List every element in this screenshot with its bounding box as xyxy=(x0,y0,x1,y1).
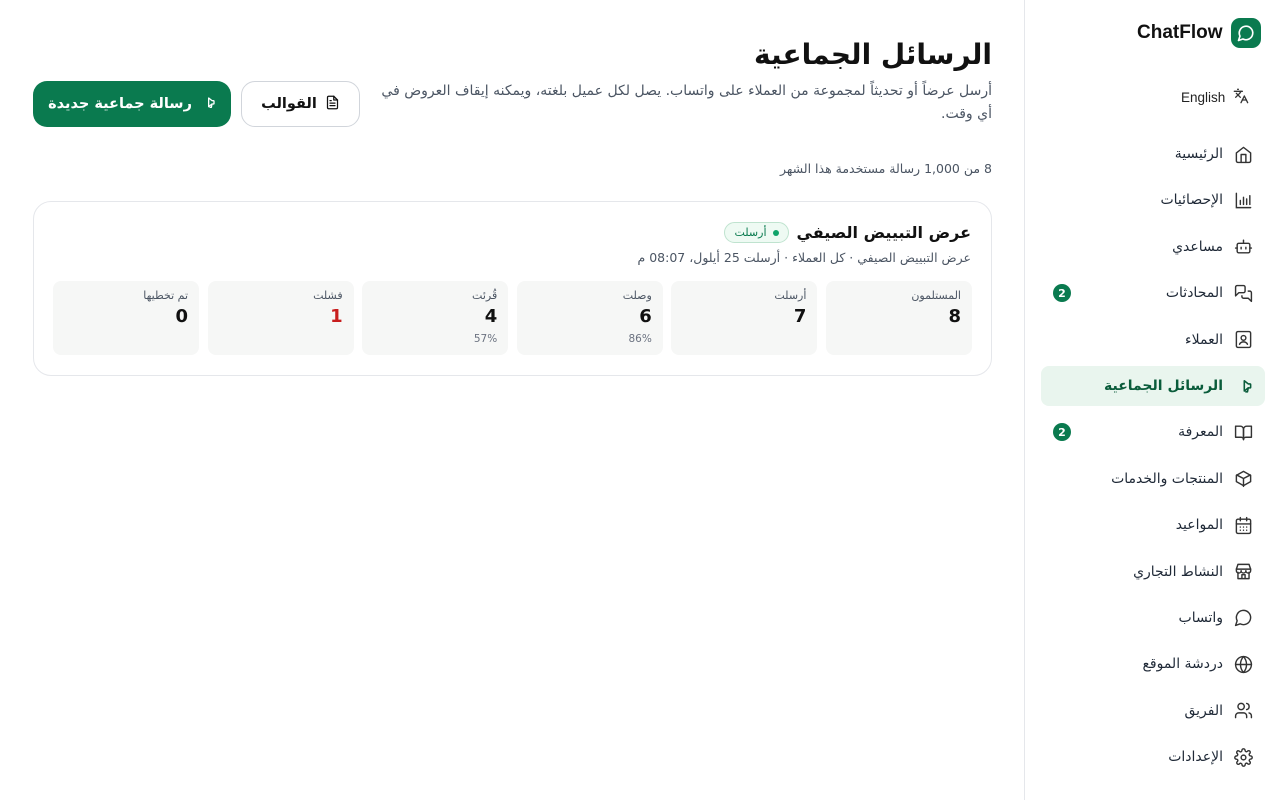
chat-icon xyxy=(1233,283,1253,303)
contacts-icon xyxy=(1233,330,1253,350)
sidebar-item-label: واتساب xyxy=(1178,609,1223,626)
sidebar-item-whatsapp[interactable]: واتساب xyxy=(1041,598,1265,638)
box-icon xyxy=(1233,469,1253,489)
new-broadcast-label: رسالة جماعية جديدة xyxy=(48,96,192,112)
sidebar-item-knowledge[interactable]: 2 المعرفة xyxy=(1041,412,1265,452)
store-icon xyxy=(1233,562,1253,582)
sidebar: ChatFlow English الرئيسية الإحصائيات مسا… xyxy=(1024,0,1280,800)
team-icon xyxy=(1233,701,1253,721)
sidebar-item-label: النشاط التجاري xyxy=(1133,563,1223,580)
templates-label: القوالب xyxy=(261,96,317,112)
brand-name: ChatFlow xyxy=(1137,22,1223,43)
sidebar-item-conversations[interactable]: 2 المحادثات xyxy=(1041,273,1265,313)
stat-delivered: وصلت 6 86% xyxy=(516,281,663,355)
document-icon xyxy=(325,95,340,114)
sidebar-item-label: المعرفة xyxy=(1178,424,1223,441)
broadcast-title: عرض التبييض الصيفي xyxy=(796,223,971,242)
stat-recipients: المستلمون 8 xyxy=(826,281,972,355)
brand[interactable]: ChatFlow xyxy=(1137,18,1261,48)
sidebar-nav: الرئيسية الإحصائيات مساعدي 2 المحادثات ا… xyxy=(1041,134,1265,783)
stat-label: تم تخطيها xyxy=(143,289,189,302)
sidebar-item-label: الفريق xyxy=(1184,702,1223,719)
main-content: الرسائل الجماعية أرسل عرضاً أو تحديثاً ل… xyxy=(0,0,1024,800)
sidebar-item-label: دردشة الموقع xyxy=(1142,656,1223,673)
stat-value: 8 xyxy=(948,306,961,327)
stat-sent: أرسلت 7 xyxy=(671,281,818,355)
templates-button[interactable]: القوالب xyxy=(241,81,360,127)
stat-value: 6 xyxy=(639,306,652,327)
sidebar-item-team[interactable]: الفريق xyxy=(1041,691,1265,731)
broadcast-stats: المستلمون 8 أرسلت 7 وصلت 6 86% قُرئت 4 5… xyxy=(53,281,972,355)
sidebar-item-home[interactable]: الرئيسية xyxy=(1041,134,1265,174)
sidebar-item-business[interactable]: النشاط التجاري xyxy=(1041,552,1265,592)
stat-read: قُرئت 4 57% xyxy=(362,281,509,355)
chat-bubble-logo-icon xyxy=(1230,18,1261,48)
sidebar-item-web-chat[interactable]: دردشة الموقع xyxy=(1041,644,1265,684)
stat-value: 0 xyxy=(175,306,189,327)
sidebar-item-assistant[interactable]: مساعدي xyxy=(1041,227,1265,267)
sidebar-item-settings[interactable]: الإعدادات xyxy=(1041,737,1265,777)
stat-value: 7 xyxy=(793,306,807,327)
sidebar-item-label: مساعدي xyxy=(1172,238,1223,255)
language-switcher[interactable]: English xyxy=(1181,88,1249,107)
new-broadcast-button[interactable]: رسالة جماعية جديدة xyxy=(33,81,231,127)
status-dot xyxy=(772,229,779,236)
conversations-count-badge: 2 xyxy=(1053,284,1071,303)
calendar-icon xyxy=(1233,515,1253,535)
sidebar-item-customers[interactable]: العملاء xyxy=(1041,320,1265,360)
status-badge: أرسلت xyxy=(724,222,789,243)
sidebar-item-stats[interactable]: الإحصائيات xyxy=(1041,180,1265,220)
sidebar-item-label: المحادثات xyxy=(1165,285,1223,302)
globe-icon xyxy=(1233,654,1253,674)
sidebar-item-label: المنتجات والخدمات xyxy=(1111,470,1223,487)
translate-icon xyxy=(1233,88,1249,107)
megaphone-icon xyxy=(1233,376,1253,396)
sidebar-item-label: الإحصائيات xyxy=(1160,192,1223,209)
sidebar-item-label: الرسائل الجماعية xyxy=(1104,377,1223,394)
home-icon xyxy=(1233,144,1253,164)
stat-value: 4 xyxy=(484,306,498,327)
sidebar-item-products[interactable]: المنتجات والخدمات xyxy=(1041,459,1265,499)
book-icon xyxy=(1233,422,1253,442)
stat-label: وصلت xyxy=(622,289,652,302)
sidebar-item-label: المواعيد xyxy=(1175,517,1223,534)
broadcast-card-header: عرض التبييض الصيفي أرسلت xyxy=(724,222,971,243)
stat-label: فشلت xyxy=(313,289,343,302)
page-subtitle: أرسل عرضاً أو تحديثاً لمجموعة من العملاء… xyxy=(381,83,992,122)
bot-icon xyxy=(1233,237,1253,257)
status-label: أرسلت xyxy=(734,226,767,239)
usage-counter: 8 من 1,000 رسالة مستخدمة هذا الشهر xyxy=(779,161,992,176)
page-title: الرسائل الجماعية xyxy=(754,38,992,71)
stat-label: المستلمون xyxy=(911,289,961,302)
sidebar-item-label: العملاء xyxy=(1185,331,1223,348)
sidebar-item-label: الإعدادات xyxy=(1168,749,1223,766)
message-circle-icon xyxy=(1233,608,1253,628)
stat-failed: فشلت 1 xyxy=(207,281,354,355)
sidebar-item-label: الرئيسية xyxy=(1174,146,1223,162)
stat-percent: 57% xyxy=(473,333,498,345)
sidebar-item-appointments[interactable]: المواعيد xyxy=(1041,505,1265,545)
broadcast-card[interactable]: عرض التبييض الصيفي أرسلت عرض التبييض الص… xyxy=(33,201,992,376)
megaphone-icon xyxy=(200,94,216,114)
stats-icon xyxy=(1233,190,1253,210)
broadcast-meta: عرض التبييض الصيفي · كل العملاء · أرسلت … xyxy=(637,250,972,265)
settings-icon xyxy=(1233,747,1253,767)
stat-label: أرسلت xyxy=(774,289,807,302)
sidebar-item-broadcasts[interactable]: الرسائل الجماعية xyxy=(1041,365,1265,406)
stat-percent: 86% xyxy=(628,333,652,345)
language-label: English xyxy=(1181,90,1226,105)
knowledge-count-badge: 2 xyxy=(1053,423,1071,442)
stat-label: قُرئت xyxy=(472,289,498,302)
stat-value: 1 xyxy=(330,306,343,327)
stat-skipped: تم تخطيها 0 xyxy=(53,281,200,355)
